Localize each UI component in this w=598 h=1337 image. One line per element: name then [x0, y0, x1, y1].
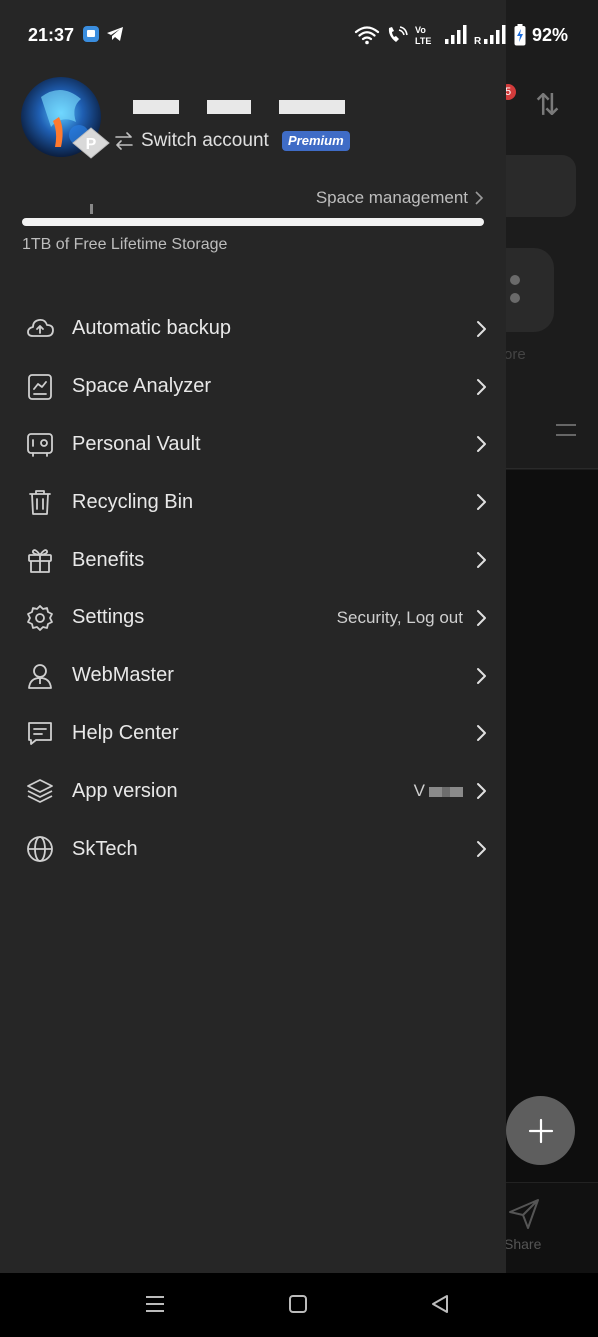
storage-label: 1TB of Free Lifetime Storage	[22, 236, 228, 253]
menu-item-label: Personal Vault	[72, 432, 201, 455]
chevron-right-icon	[477, 725, 486, 742]
menu-item-detail: V	[414, 781, 463, 801]
menu-item-recycling-bin[interactable]: Recycling Bin	[0, 473, 506, 531]
chevron-right-icon	[477, 320, 486, 337]
signal-strength-icon	[444, 25, 467, 44]
drawer-menu: Automatic backup Space Analyzer Personal V…	[0, 300, 506, 878]
chevron-right-icon	[477, 667, 486, 684]
analytics-chart-icon	[25, 372, 55, 402]
status-bar: 21:37 Vo LTE R 92%	[0, 0, 598, 70]
status-time: 21:37	[28, 25, 75, 45]
wifi-calling-icon	[388, 26, 408, 42]
swap-arrows-icon	[115, 132, 133, 150]
home-button[interactable]	[288, 1293, 308, 1315]
roaming-signal-icon: R	[474, 25, 506, 45]
status-notification-icons	[82, 25, 124, 43]
app-notification-icon	[83, 26, 99, 42]
menu-item-label: WebMaster	[72, 664, 174, 687]
battery-percentage: 92%	[531, 24, 568, 45]
avatar-level-badge: P	[72, 127, 110, 159]
navigation-drawer: P Switch account Premium Space managemen…	[0, 0, 506, 1273]
cloud-upload-icon	[25, 314, 55, 344]
version-number-redacted	[429, 786, 463, 797]
list-view-icon[interactable]	[556, 424, 576, 444]
background-header	[506, 0, 598, 470]
gear-icon	[25, 603, 55, 633]
svg-text:Vo: Vo	[415, 25, 426, 35]
svg-text:LTE: LTE	[415, 36, 431, 46]
menu-item-benefits[interactable]: Benefits	[0, 531, 506, 589]
trash-bin-icon	[25, 487, 55, 517]
space-management-link[interactable]: Space management	[316, 188, 484, 208]
battery-charging-icon	[514, 24, 526, 46]
switch-account-button[interactable]: Switch account	[114, 130, 269, 152]
menu-item-settings[interactable]: Settings Security, Log out	[0, 589, 506, 647]
recent-apps-button[interactable]	[145, 1293, 165, 1315]
chevron-right-icon	[477, 609, 486, 626]
background-more-label: ore	[504, 346, 526, 363]
share-send-icon[interactable]	[506, 1196, 542, 1232]
menu-item-automatic-backup[interactable]: Automatic backup	[0, 300, 506, 358]
person-icon	[25, 661, 55, 691]
menu-item-label: Settings	[72, 606, 145, 629]
space-management-label: Space management	[315, 188, 468, 207]
chevron-right-icon	[477, 378, 486, 395]
chevron-right-icon	[477, 841, 486, 858]
menu-item-label: App version	[72, 779, 178, 802]
wifi-icon	[354, 26, 380, 45]
menu-item-personal-vault[interactable]: Personal Vault	[0, 416, 506, 474]
menu-item-detail: Security, Log out	[337, 608, 463, 628]
avatar-badge-letter: P	[86, 136, 97, 153]
storage-progress-bar	[22, 218, 484, 226]
chat-message-icon	[25, 718, 55, 748]
share-label: Share	[504, 1236, 542, 1252]
system-navigation-bar	[0, 1273, 598, 1337]
globe-icon	[25, 834, 55, 864]
menu-item-sktech[interactable]: SkTech	[0, 820, 506, 878]
menu-item-help-center[interactable]: Help Center	[0, 705, 506, 763]
plus-icon	[528, 1118, 553, 1143]
background-divider	[506, 468, 598, 469]
sort-icon[interactable]: ⇅	[535, 88, 560, 123]
premium-badge: Premium	[282, 131, 350, 151]
menu-item-detail-text: Security, Log out	[336, 607, 463, 627]
svg-text:R: R	[474, 36, 482, 45]
telegram-icon	[107, 27, 123, 41]
menu-item-label: Space Analyzer	[72, 375, 211, 398]
menu-item-app-version[interactable]: App version V	[0, 762, 506, 820]
menu-item-label: Benefits	[72, 548, 145, 571]
menu-item-detail-text: V	[413, 781, 425, 801]
storage-marker	[90, 204, 93, 214]
switch-account-label: Switch account	[141, 130, 269, 151]
chevron-right-icon	[475, 191, 484, 205]
volte-icon: Vo LTE	[415, 25, 431, 46]
back-button[interactable]	[430, 1293, 450, 1315]
status-system-icons: Vo LTE R 92%	[354, 24, 568, 46]
menu-item-label: Help Center	[72, 721, 179, 744]
layers-icon	[25, 776, 55, 806]
gift-icon	[25, 545, 55, 575]
chevron-right-icon	[477, 436, 486, 453]
add-fab-button[interactable]	[506, 1096, 575, 1165]
more-dots-icon	[510, 275, 528, 305]
chevron-right-icon	[477, 552, 486, 569]
vault-safe-icon	[25, 429, 55, 459]
menu-item-label: Automatic backup	[72, 317, 231, 340]
menu-item-label: Recycling Bin	[72, 490, 194, 513]
menu-item-space-analyzer[interactable]: Space Analyzer	[0, 358, 506, 416]
username-redacted	[133, 100, 345, 114]
chevron-right-icon	[477, 783, 486, 800]
menu-item-label: SkTech	[72, 837, 138, 860]
chevron-right-icon	[477, 494, 486, 511]
menu-item-webmaster[interactable]: WebMaster	[0, 647, 506, 705]
